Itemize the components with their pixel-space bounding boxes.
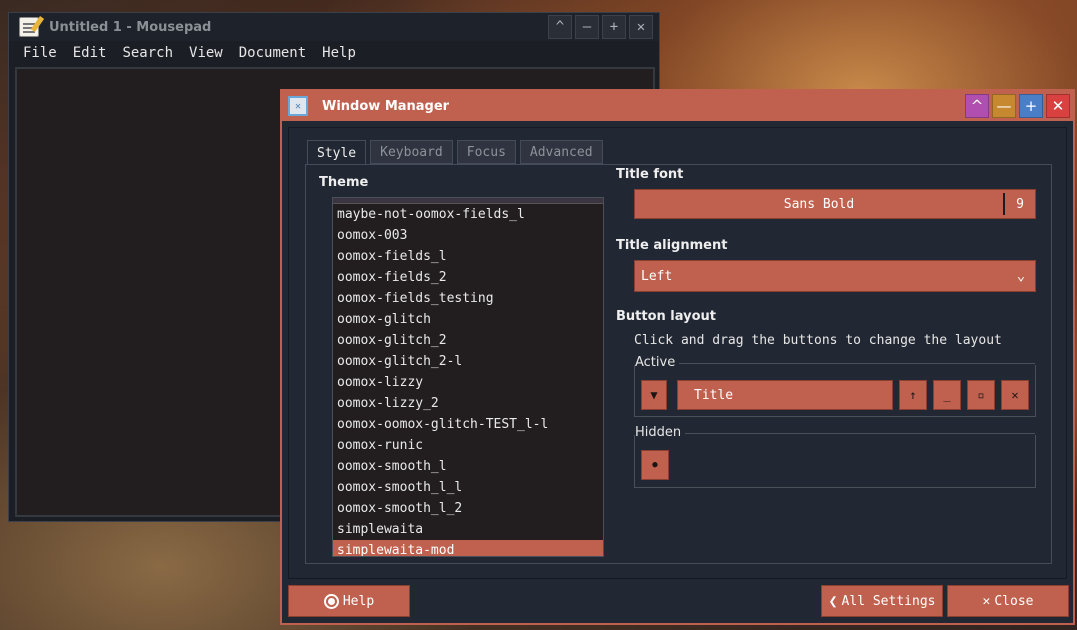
mousepad-titlebar[interactable]: Untitled 1 - Mousepad ^ — + ✕ bbox=[9, 13, 659, 41]
button-layout-label: Button layout bbox=[616, 309, 717, 324]
mousepad-title: Untitled 1 - Mousepad bbox=[49, 19, 212, 35]
title-alignment-value: Left bbox=[641, 268, 673, 284]
title-font-button[interactable]: Sans Bold 9 bbox=[634, 189, 1036, 219]
wm-close-button[interactable]: ✕ bbox=[1046, 94, 1070, 118]
button-layout-hint: Click and drag the buttons to change the… bbox=[634, 333, 1002, 348]
shade-layout-button[interactable]: ↑ bbox=[899, 380, 927, 410]
wm-maximize-button[interactable]: + bbox=[1019, 94, 1043, 118]
wm-minimize-button[interactable]: — bbox=[992, 94, 1016, 118]
minimize-layout-button[interactable]: _ bbox=[933, 380, 961, 410]
menu-view[interactable]: View bbox=[181, 45, 231, 61]
theme-list[interactable]: maybe-not-oomox-fields_l oomox-003 oomox… bbox=[332, 197, 604, 557]
close-button-label: Close bbox=[994, 593, 1034, 609]
menu-layout-button[interactable]: ▼ bbox=[641, 380, 667, 410]
title-layout-button[interactable]: Title bbox=[677, 380, 893, 410]
theme-item[interactable]: oomox-glitch bbox=[333, 309, 603, 330]
wm-shade-button[interactable]: ^ bbox=[965, 94, 989, 118]
mousepad-minimize-button[interactable]: — bbox=[575, 15, 599, 39]
theme-item[interactable]: oomox-fields_2 bbox=[333, 267, 603, 288]
theme-item[interactable]: oomox-fields_testing bbox=[333, 288, 603, 309]
theme-label: Theme bbox=[319, 175, 369, 190]
theme-item[interactable]: oomox-oomox-glitch-TEST_l-l bbox=[333, 414, 603, 435]
style-panel: Theme maybe-not-oomox-fields_l oomox-003… bbox=[305, 164, 1052, 564]
theme-item[interactable]: oomox-smooth_l_l bbox=[333, 477, 603, 498]
theme-item[interactable]: maybe-not-oomox-fields_l bbox=[333, 204, 603, 225]
mousepad-window-controls: ^ — + ✕ bbox=[548, 15, 653, 39]
theme-item[interactable]: oomox-smooth_l_2 bbox=[333, 498, 603, 519]
group-divider bbox=[635, 363, 1035, 364]
title-font-size: 9 bbox=[1016, 196, 1024, 212]
tab-keyboard[interactable]: Keyboard bbox=[370, 140, 453, 164]
chevron-down-icon: ⌄ bbox=[1016, 268, 1026, 284]
theme-item[interactable]: simplewaita bbox=[333, 519, 603, 540]
hidden-label: Hidden bbox=[635, 425, 686, 440]
group-divider bbox=[635, 433, 1035, 434]
theme-item[interactable]: oomox-runic bbox=[333, 435, 603, 456]
title-alignment-select[interactable]: Left ⌄ bbox=[634, 260, 1036, 292]
active-label: Active bbox=[635, 355, 680, 370]
theme-item[interactable]: oomox-003 bbox=[333, 225, 603, 246]
theme-item[interactable]: oomox-lizzy_2 bbox=[333, 393, 603, 414]
hidden-buttons-group: Hidden ● bbox=[634, 425, 1036, 488]
wm-titlebar[interactable]: ✕ Window Manager ^ — + ✕ bbox=[282, 91, 1073, 121]
wm-window-controls: ^ — + ✕ bbox=[965, 94, 1070, 118]
tab-advanced[interactable]: Advanced bbox=[519, 140, 603, 164]
menu-file[interactable]: File bbox=[15, 45, 65, 61]
active-buttons-group: Active ▼ Title ↑ _ ▫ ✕ bbox=[634, 355, 1036, 417]
all-settings-button[interactable]: ❮ All Settings bbox=[821, 585, 943, 617]
menu-edit[interactable]: Edit bbox=[65, 45, 115, 61]
chevron-left-icon: ❮ bbox=[828, 592, 838, 610]
wm-body: Style Keyboard Focus Advanced Theme mayb… bbox=[288, 127, 1067, 579]
theme-item[interactable]: oomox-smooth_l bbox=[333, 456, 603, 477]
theme-item[interactable]: oomox-fields_l bbox=[333, 246, 603, 267]
close-button[interactable]: ✕ Close bbox=[947, 585, 1069, 617]
help-button-label: Help bbox=[342, 593, 375, 609]
mousepad-maximize-button[interactable]: + bbox=[602, 15, 626, 39]
title-font-label: Title font bbox=[616, 167, 684, 182]
tab-style[interactable]: Style bbox=[307, 140, 367, 166]
mousepad-close-button[interactable]: ✕ bbox=[629, 15, 653, 39]
mousepad-menubar: File Edit Search View Document Help bbox=[9, 41, 659, 65]
close-layout-button[interactable]: ✕ bbox=[1001, 380, 1029, 410]
menu-document[interactable]: Document bbox=[231, 45, 314, 61]
wm-title: Window Manager bbox=[322, 98, 450, 114]
mousepad-app-icon bbox=[19, 17, 39, 37]
theme-item[interactable]: oomox-lizzy bbox=[333, 372, 603, 393]
wm-app-icon: ✕ bbox=[288, 96, 308, 116]
title-font-name: Sans Bold bbox=[783, 196, 855, 212]
maximize-layout-button[interactable]: ▫ bbox=[967, 380, 995, 410]
dialog-action-bar: Help ❮ All Settings ✕ Close bbox=[288, 585, 1069, 617]
wm-tabs: Style Keyboard Focus Advanced bbox=[307, 140, 603, 166]
tab-focus[interactable]: Focus bbox=[456, 140, 516, 164]
close-icon: ✕ bbox=[982, 593, 991, 609]
theme-item[interactable]: oomox-glitch_2-l bbox=[333, 351, 603, 372]
help-button[interactable]: Help bbox=[288, 585, 410, 617]
stick-layout-button[interactable]: ● bbox=[641, 450, 669, 480]
menu-help[interactable]: Help bbox=[314, 45, 364, 61]
theme-item-selected[interactable]: simplewaita-mod bbox=[333, 540, 603, 556]
help-icon bbox=[323, 593, 339, 609]
all-settings-label: All Settings bbox=[841, 593, 936, 609]
style-settings: Title font Sans Bold 9 Title alignment L… bbox=[616, 165, 1036, 565]
window-manager-dialog: ✕ Window Manager ^ — + ✕ Style Keyboard … bbox=[280, 89, 1075, 625]
theme-item[interactable]: oomox-glitch_2 bbox=[333, 330, 603, 351]
mousepad-shade-button[interactable]: ^ bbox=[548, 15, 572, 39]
title-alignment-label: Title alignment bbox=[616, 238, 728, 253]
menu-search[interactable]: Search bbox=[114, 45, 181, 61]
